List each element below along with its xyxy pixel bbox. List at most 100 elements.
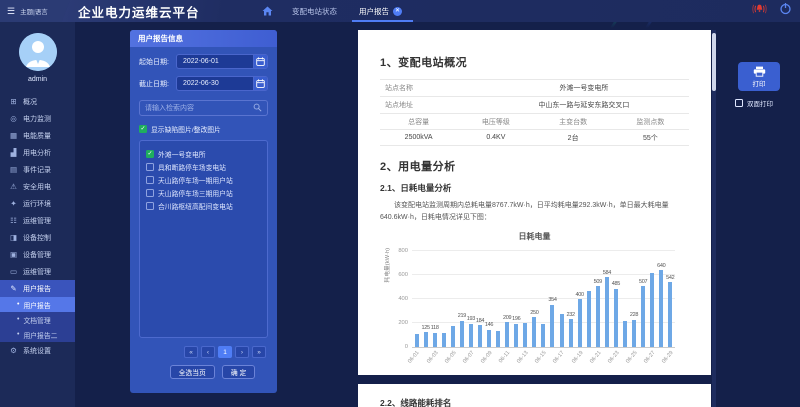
sidebar-item-label: 电能质量 xyxy=(23,132,51,140)
sidebar-subitem-label: 用户报告二 xyxy=(23,332,58,340)
pagination: «‹ 1 ›» xyxy=(139,338,268,358)
sidebar-item-电能质量[interactable]: ▦ 电能质量 xyxy=(0,127,75,144)
sidebar-item-用电分析[interactable]: ▟ 用电分析 xyxy=(0,144,75,161)
sidebar-item-运行环境[interactable]: ✦ 运行环境 xyxy=(0,195,75,212)
bar-06-20 xyxy=(586,291,591,348)
image-toggle-row[interactable]: ✓ 显示缺陷图片/整改图片 xyxy=(139,124,268,134)
home-icon[interactable] xyxy=(262,6,273,16)
x-tick-label: 06-03 xyxy=(425,350,440,365)
tab-user-report[interactable]: 用户报告 ✕ xyxy=(352,0,413,22)
sidebar-item-运维管理[interactable]: ▭ 运维管理 xyxy=(0,263,75,280)
overview-icon: ⊞ xyxy=(10,97,17,106)
tab-substation-status[interactable]: 变配电站状态 xyxy=(289,0,340,22)
x-tick-label: 06-27 xyxy=(643,350,657,365)
bar-slot: 06-13 xyxy=(516,252,530,365)
sidebar-item-label: 系统设置 xyxy=(23,347,51,355)
tab-close-icon[interactable]: ✕ xyxy=(393,6,402,16)
sidebar-item-安全用电[interactable]: ⚠ 安全用电 xyxy=(0,178,75,195)
image-toggle-label: 显示缺陷图片/整改图片 xyxy=(151,127,221,134)
bar-06-17 xyxy=(559,313,564,348)
page-button-«[interactable]: « xyxy=(184,346,198,358)
page-button-‹[interactable]: ‹ xyxy=(201,346,215,358)
bar-slot: 219 xyxy=(457,252,466,348)
search-icon[interactable] xyxy=(253,99,262,117)
station-item[interactable]: 天山路停车场一期用户站 xyxy=(146,173,261,186)
sidebar-group-用户报告: ✎ 用户报告 • 用户报告 • 文档管理 • 用户报告二 xyxy=(0,280,75,342)
bar-value-label: 542 xyxy=(666,274,675,281)
power-icon[interactable] xyxy=(779,2,792,20)
alarm-bell-icon[interactable] xyxy=(751,2,768,20)
document-scrollbar[interactable] xyxy=(712,30,716,407)
station-checkbox[interactable] xyxy=(146,201,154,210)
page-button-»[interactable]: » xyxy=(252,346,266,358)
page-button-›[interactable]: › xyxy=(235,346,249,358)
select-all-button[interactable]: 全选当页 xyxy=(169,365,215,379)
confirm-button[interactable]: 确 定 xyxy=(221,365,256,379)
username: admin xyxy=(27,76,48,83)
row-label: 站点名称 xyxy=(385,85,413,92)
sidebar-item-label: 运维管理 xyxy=(23,217,51,225)
table-row: 站点名称 外滩一号变电所 xyxy=(380,79,689,96)
station-item[interactable]: 合川路枢纽高配间变电站 xyxy=(146,199,261,212)
sidebar-item-设备管理[interactable]: ▣ 设备管理 xyxy=(0,246,75,263)
station-item[interactable]: 天山路停车场三期用户站 xyxy=(146,186,261,199)
sidebar-subitem-文档管理[interactable]: • 文档管理 xyxy=(0,312,75,327)
station-item[interactable]: ✓ 外滩一号变电所 xyxy=(146,147,261,160)
duplex-print-row[interactable]: 双面打印 xyxy=(735,98,773,108)
bar-value-label: 209 xyxy=(503,314,512,321)
user-profile: admin xyxy=(0,22,75,83)
sidebar-subitem-用户报告二[interactable]: • 用户报告二 xyxy=(0,327,75,342)
topbar-left: ☰ 主题|语言 xyxy=(0,0,70,22)
calendar-icon[interactable] xyxy=(253,55,267,68)
sidebar-item-用户报告[interactable]: ✎ 用户报告 xyxy=(0,280,75,297)
hamburger-icon[interactable]: ☰ xyxy=(7,6,15,17)
station-checkbox[interactable] xyxy=(146,188,154,197)
sidebar-item-系统设置[interactable]: ⚙ 系统设置 xyxy=(0,342,75,359)
image-toggle-checkbox[interactable]: ✓ xyxy=(139,125,147,133)
bar-value-label: 250 xyxy=(530,309,539,316)
tab-bar: 变配电站状态 用户报告 ✕ xyxy=(262,0,413,22)
x-tick-label: 06-21 xyxy=(588,350,603,365)
sidebar-item-电力监测[interactable]: ◎ 电力监测 xyxy=(0,110,75,127)
bar-slot: 06-17 xyxy=(552,252,566,365)
page-button-1[interactable]: 1 xyxy=(218,346,232,358)
bar-06-12 xyxy=(514,323,519,348)
station-checkbox[interactable]: ✓ xyxy=(146,149,154,158)
end-date-input[interactable]: 2022-06-30 xyxy=(176,76,268,91)
sidebar-item-事件记录[interactable]: ▤ 事件记录 xyxy=(0,161,75,178)
scrollbar-thumb[interactable] xyxy=(712,33,716,91)
bar-06-13 xyxy=(523,323,528,348)
duplex-checkbox[interactable] xyxy=(735,99,743,107)
panel-buttons: 全选当页 确 定 xyxy=(139,358,268,387)
bar-06-08 xyxy=(477,325,482,348)
sidebar-item-设备控制[interactable]: ◨ 设备控制 xyxy=(0,229,75,246)
calendar-icon[interactable] xyxy=(253,77,267,90)
bar-value-label: 485 xyxy=(611,281,621,288)
sidebar-item-概况[interactable]: ⊞ 概况 xyxy=(0,93,75,110)
app-window: ☰ 主题|语言 企业电力运维云平台 变配电站状态 用户报告 ✕ admin ⊞ … xyxy=(0,0,800,407)
ops-management2-icon: ▭ xyxy=(9,267,18,276)
station-checkbox[interactable] xyxy=(146,162,154,171)
environment-icon: ✦ xyxy=(10,199,17,208)
print-button[interactable]: 打印 xyxy=(738,62,780,91)
start-date-input[interactable]: 2022-06-01 xyxy=(176,54,268,69)
sidebar-item-运维管理[interactable]: ☷ 运维管理 xyxy=(0,212,75,229)
start-date-row: 起始日期: 2022-06-01 xyxy=(139,54,268,69)
bar-slot xyxy=(494,252,503,348)
print-label: 打印 xyxy=(752,80,766,88)
station-checkbox[interactable] xyxy=(146,175,154,184)
report-page-1: 1、变配电站概况 站点名称 外滩一号变电所 站点地址 中山东一路与延安东路交叉口 总容… xyxy=(358,30,711,375)
spec-value: 2台 xyxy=(567,134,579,142)
bar-slot: 640 xyxy=(657,252,666,348)
section22-title: 2.2、线路能耗排名 xyxy=(380,398,452,407)
search-input[interactable]: 请输入检索内容 xyxy=(139,100,268,116)
bar-slot: 209 06-11 xyxy=(498,252,512,365)
bar-slot: 125 xyxy=(421,252,430,348)
y-tick-label: 0 xyxy=(404,344,408,351)
bar-slot: 193 06-07 xyxy=(462,252,476,364)
bar-slot: 485 06-23 xyxy=(607,252,621,364)
station-item[interactable]: 具和断路停车场变电站 xyxy=(146,160,261,173)
sidebar-subitem-用户报告[interactable]: • 用户报告 xyxy=(0,297,75,312)
bar-value-label: 184 xyxy=(475,317,485,324)
theme-language-link[interactable]: 主题|语言 xyxy=(20,6,48,16)
